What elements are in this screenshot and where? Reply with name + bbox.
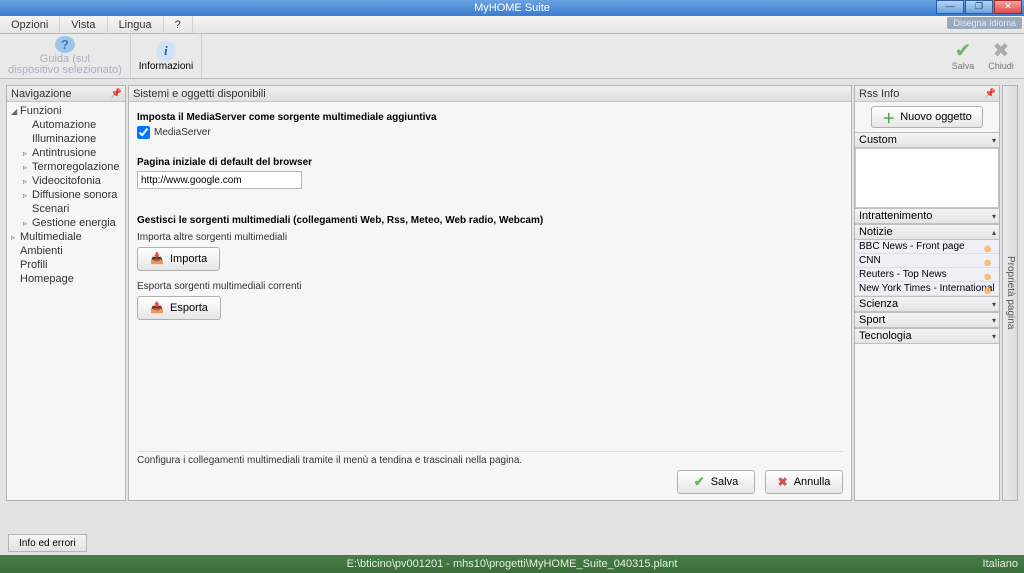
pin-icon[interactable]: 📌 bbox=[985, 88, 996, 99]
tree-item[interactable]: Scenari bbox=[7, 202, 125, 216]
check-icon: ✔ bbox=[955, 41, 972, 61]
section-mediaserver-heading: Imposta il MediaServer come sorgente mul… bbox=[137, 112, 843, 123]
info-icon: i bbox=[156, 41, 176, 61]
chevron-up-icon: ▴ bbox=[992, 228, 996, 237]
toolbar-save-button[interactable]: ✔ Salva bbox=[946, 36, 980, 76]
rss-feed-item[interactable]: CNN bbox=[855, 254, 999, 268]
rss-panel: Rss Info 📌 ＋ Nuovo oggetto Custom▾ Intra… bbox=[854, 85, 1000, 501]
cat-tecnologia[interactable]: Tecnologia▾ bbox=[855, 328, 999, 344]
cancel-icon: ✖ bbox=[778, 475, 788, 489]
custom-dropdown[interactable]: Custom▾ bbox=[855, 132, 999, 148]
tree-item[interactable]: Ambienti bbox=[7, 244, 125, 258]
tree-item[interactable]: Profili bbox=[7, 258, 125, 272]
cat-intrattenimento[interactable]: Intrattenimento▾ bbox=[855, 208, 999, 224]
help-icon: ? bbox=[55, 36, 75, 53]
rss-feed-item[interactable]: Reuters - Top News bbox=[855, 268, 999, 282]
minimize-button[interactable]: — bbox=[936, 0, 964, 14]
import-desc: Importa altre sorgenti multimediali bbox=[137, 232, 843, 243]
mediaserver-label: MediaServer bbox=[154, 127, 211, 138]
toolbar-info-button[interactable]: i Informazioni bbox=[131, 34, 202, 78]
window-close-button[interactable]: ✕ bbox=[994, 0, 1022, 14]
tree-item[interactable]: Illuminazione bbox=[7, 132, 125, 146]
import-icon: 📥 bbox=[150, 252, 164, 266]
chevron-down-icon: ▾ bbox=[992, 332, 996, 341]
browser-url-input[interactable] bbox=[137, 171, 302, 189]
tree-item[interactable]: Automazione bbox=[7, 118, 125, 132]
chevron-down-icon: ▾ bbox=[992, 136, 996, 145]
cat-notizie[interactable]: Notizie▴ bbox=[855, 224, 999, 240]
main-hint: Configura i collegamenti multimediali tr… bbox=[137, 451, 843, 466]
export-button[interactable]: 📤 Esporta bbox=[137, 296, 221, 320]
status-lang: Italiano bbox=[983, 558, 1018, 570]
maximize-button[interactable]: ❐ bbox=[965, 0, 993, 14]
menu-help[interactable]: ? bbox=[164, 16, 193, 33]
cat-scienza[interactable]: Scienza▾ bbox=[855, 296, 999, 312]
titlebar: MyHOME Suite — ❐ ✕ bbox=[0, 0, 1024, 16]
tree-item[interactable]: Homepage bbox=[7, 272, 125, 286]
rss-feed-item[interactable]: BBC News - Front page bbox=[855, 240, 999, 254]
nav-tree: ◢FunzioniAutomazioneIlluminazione▹Antint… bbox=[7, 102, 125, 500]
custom-empty-area bbox=[855, 148, 999, 208]
mediaserver-checkbox[interactable] bbox=[137, 126, 150, 139]
navigation-panel: Navigazione 📌 ◢FunzioniAutomazioneIllumi… bbox=[6, 85, 126, 501]
save-button[interactable]: ✔ Salva bbox=[677, 470, 755, 494]
page-properties-tab[interactable]: Proprietà pagina bbox=[1002, 85, 1018, 501]
import-button[interactable]: 📥 Importa bbox=[137, 247, 220, 271]
menu-vista[interactable]: Vista bbox=[60, 16, 107, 33]
close-icon: ✖ bbox=[993, 41, 1010, 61]
rss-feed-item[interactable]: New York Times - International bbox=[855, 282, 999, 296]
window-title: MyHOME Suite bbox=[474, 2, 550, 14]
rss-icon bbox=[984, 284, 996, 294]
menubar: Opzioni Vista Lingua ? Disegna Idioma bbox=[0, 16, 1024, 34]
toolbar-info-label: Informazioni bbox=[139, 62, 193, 72]
chevron-down-icon: ▾ bbox=[992, 300, 996, 309]
check-icon: ✔ bbox=[694, 474, 705, 490]
nav-header: Navigazione 📌 bbox=[7, 86, 125, 102]
menu-opzioni[interactable]: Opzioni bbox=[0, 16, 60, 33]
main-panel: Sistemi e oggetti disponibili Imposta il… bbox=[128, 85, 852, 501]
rss-icon bbox=[984, 256, 996, 266]
section-sources-heading: Gestisci le sorgenti multimediali (colle… bbox=[137, 215, 843, 226]
section-browser-heading: Pagina iniziale di default del browser bbox=[137, 157, 843, 168]
main-header: Sistemi e oggetti disponibili bbox=[129, 86, 851, 102]
toolbar-close-button[interactable]: ✖ Chiudi bbox=[984, 36, 1018, 76]
tree-item[interactable]: ◢Funzioni bbox=[7, 104, 125, 118]
cancel-button[interactable]: ✖ Annulla bbox=[765, 470, 843, 494]
chevron-down-icon: ▾ bbox=[992, 316, 996, 325]
tree-item[interactable]: ▹Videocitofonia bbox=[7, 174, 125, 188]
export-icon: 📤 bbox=[150, 301, 164, 315]
status-path: E:\bticino\pv001201 - mhs10\progetti\MyH… bbox=[347, 558, 678, 570]
info-errors-tab[interactable]: Info ed errori bbox=[8, 534, 87, 552]
rss-header: Rss Info 📌 bbox=[855, 86, 999, 102]
cat-sport[interactable]: Sport▾ bbox=[855, 312, 999, 328]
tree-item[interactable]: ▹Termoregolazione bbox=[7, 160, 125, 174]
chevron-down-icon: ▾ bbox=[992, 212, 996, 221]
statusbar: E:\bticino\pv001201 - mhs10\progetti\MyH… bbox=[0, 555, 1024, 573]
export-desc: Esporta sorgenti multimediali correnti bbox=[137, 281, 843, 292]
tree-item[interactable]: ▹Diffusione sonora bbox=[7, 188, 125, 202]
tree-item[interactable]: ▹Multimediale bbox=[7, 230, 125, 244]
tree-item[interactable]: ▹Antintrusione bbox=[7, 146, 125, 160]
pin-icon[interactable]: 📌 bbox=[111, 88, 122, 99]
rss-icon bbox=[984, 242, 996, 252]
new-object-button[interactable]: ＋ Nuovo oggetto bbox=[871, 106, 983, 128]
toolbar: ? Guida (sul dispositivo selezionato) i … bbox=[0, 34, 1024, 79]
tree-item[interactable]: ▹Gestione energia bbox=[7, 216, 125, 230]
rss-icon bbox=[984, 270, 996, 280]
plus-icon: ＋ bbox=[882, 108, 895, 127]
menu-lingua[interactable]: Lingua bbox=[108, 16, 164, 33]
menu-badge: Disegna Idioma bbox=[947, 17, 1022, 29]
toolbar-guide-button[interactable]: ? Guida (sul dispositivo selezionato) bbox=[0, 34, 131, 78]
